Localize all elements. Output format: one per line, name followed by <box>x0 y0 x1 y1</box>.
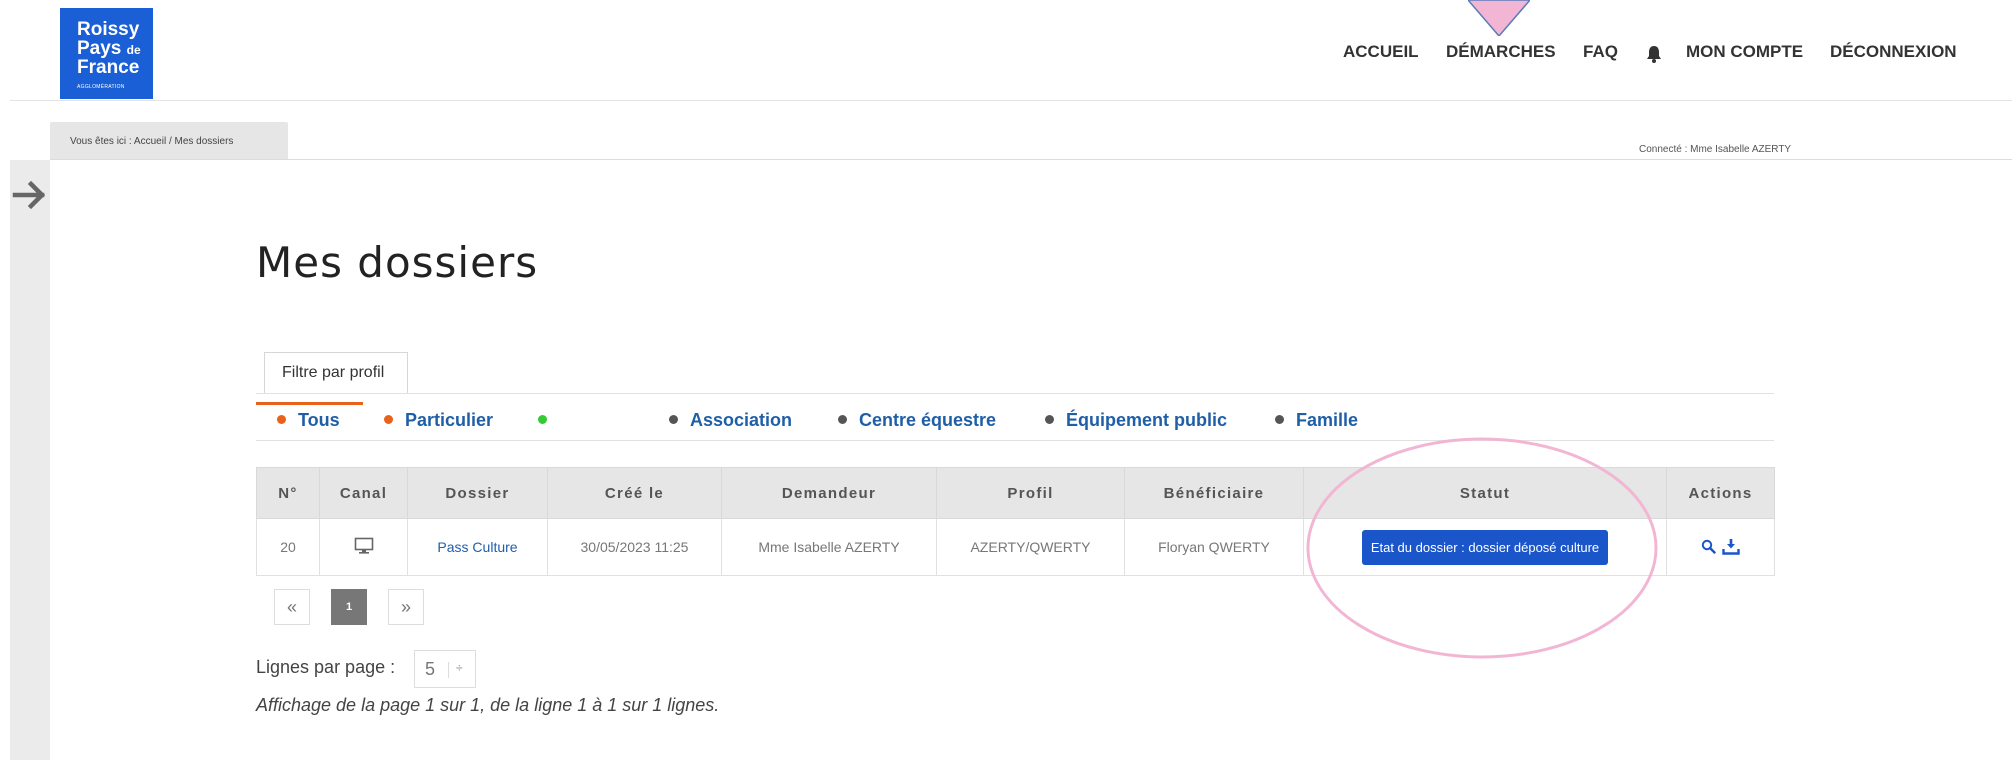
column-header-canal[interactable]: Canal <box>319 467 408 519</box>
page-title: Mes dossiers <box>256 238 539 287</box>
pagination-page-1[interactable]: 1 <box>331 589 367 625</box>
bell-icon[interactable] <box>1644 44 1664 64</box>
lines-per-page-select[interactable]: 5 ÷ <box>414 650 476 688</box>
select-separator <box>448 662 449 678</box>
filter-divider <box>256 393 1774 394</box>
lines-per-page-label: Lignes par page : <box>256 657 396 677</box>
tab-label: Filtre par profil <box>282 364 385 381</box>
column-header-demandeur[interactable]: Demandeur <box>721 467 937 519</box>
filter-dot <box>1275 414 1284 424</box>
nav-demarches[interactable]: DÉMARCHES <box>1446 42 1556 62</box>
column-header-cree-le[interactable]: Créé le <box>547 467 722 519</box>
cell-profil: AZERTY/QWERTY <box>936 518 1125 576</box>
filter-tous[interactable]: Tous <box>277 410 340 431</box>
filter-equipement-public[interactable]: Équipement public <box>1045 410 1227 431</box>
cell-canal <box>319 518 408 576</box>
pagination-prev[interactable]: « <box>274 589 310 625</box>
filter-unlabeled[interactable] <box>538 410 559 431</box>
lines-per-page-value: 5 <box>425 659 436 679</box>
tab-filtre-par-profil[interactable]: Filtre par profil <box>264 352 408 394</box>
top-navigation: ACCUEIL DÉMARCHES FAQ MON COMPTE DÉCONNE… <box>0 42 2012 66</box>
filter-dot <box>838 414 847 424</box>
cell-demandeur: Mme Isabelle AZERTY <box>721 518 937 576</box>
filter-dot <box>384 414 393 424</box>
column-header-actions: Actions <box>1666 467 1775 519</box>
pagination-next[interactable]: » <box>388 589 424 625</box>
breadcrumb-text: Vous êtes ici : Accueil / Mes dossiers <box>70 136 234 147</box>
filter-particulier[interactable]: Particulier <box>384 410 493 431</box>
arrow-right-icon[interactable] <box>12 178 48 212</box>
column-header-profil[interactable]: Profil <box>936 467 1125 519</box>
filter-dot <box>538 414 547 424</box>
breadcrumb: Vous êtes ici : Accueil / Mes dossiers <box>50 122 288 160</box>
pagination-info: Affichage de la page 1 sur 1, de la lign… <box>256 695 720 715</box>
cell-dossier-link[interactable]: Pass Culture <box>407 518 548 576</box>
sidebar <box>10 160 50 760</box>
cell-cree-le: 30/05/2023 11:25 <box>547 518 722 576</box>
filter-centre-equestre[interactable]: Centre équestre <box>838 410 996 431</box>
filter-association[interactable]: Association <box>669 410 792 431</box>
filter-dot <box>277 414 286 424</box>
cell-actions <box>1666 518 1775 576</box>
logo-line1: Roissy <box>77 19 140 40</box>
profile-filters: Tous Particulier Association Centre éque… <box>0 410 2012 434</box>
breadcrumb-divider <box>50 159 2012 160</box>
nav-deconnexion[interactable]: DÉCONNEXION <box>1830 42 1957 62</box>
active-filter-indicator <box>256 402 363 405</box>
nav-faq[interactable]: FAQ <box>1583 42 1618 62</box>
column-header-num[interactable]: N° <box>256 467 320 519</box>
download-icon[interactable] <box>1722 538 1740 555</box>
column-header-dossier[interactable]: Dossier <box>407 467 548 519</box>
filter-dot <box>669 414 678 424</box>
annotation-ellipse <box>1306 437 1658 659</box>
filter-famille[interactable]: Famille <box>1275 410 1358 431</box>
annotation-triangle <box>1468 0 1530 36</box>
cell-num: 20 <box>256 518 320 576</box>
monitor-icon <box>354 537 373 554</box>
logo-line4: AGGLOMÉRATION <box>77 84 125 90</box>
header-divider <box>10 100 2012 101</box>
filter-dot <box>1045 414 1054 424</box>
connected-user: Connecté : Mme Isabelle AZERTY <box>1639 144 1792 155</box>
nav-mon-compte[interactable]: MON COMPTE <box>1686 42 1803 62</box>
select-arrow-icon: ÷ <box>456 661 463 675</box>
column-header-beneficiaire[interactable]: Bénéficiaire <box>1124 467 1304 519</box>
cell-beneficiaire: Floryan QWERTY <box>1124 518 1304 576</box>
search-icon[interactable] <box>1701 539 1716 554</box>
nav-accueil[interactable]: ACCUEIL <box>1343 42 1419 62</box>
